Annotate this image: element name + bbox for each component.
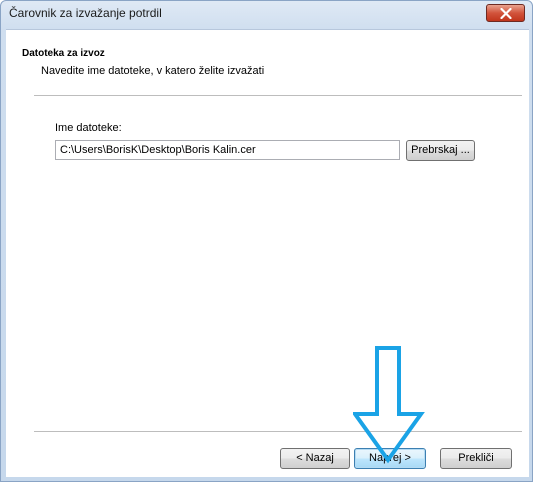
- header-divider: [34, 95, 522, 97]
- back-button[interactable]: < Nazaj: [280, 448, 350, 469]
- wizard-page: Datoteka za izvoz Navedite ime datoteke,…: [6, 29, 529, 477]
- browse-button[interactable]: Prebrskaj ...: [406, 140, 475, 161]
- filename-label: Ime datoteke:: [55, 122, 122, 134]
- window-title: Čarovnik za izvažanje potrdil: [9, 6, 162, 20]
- close-button[interactable]: [486, 4, 525, 22]
- close-x-icon: [500, 8, 512, 19]
- filename-input[interactable]: C:\Users\BorisK\Desktop\Boris Kalin.cer: [55, 140, 400, 160]
- page-description: Navedite ime datoteke, v katero želite i…: [41, 65, 265, 77]
- cancel-button[interactable]: Prekliči: [440, 448, 512, 469]
- footer-divider: [34, 431, 522, 433]
- down-arrow-annotation: [353, 346, 425, 464]
- wizard-window: Čarovnik za izvažanje potrdil Datoteka z…: [0, 0, 533, 482]
- page-title: Datoteka za izvoz: [22, 48, 105, 59]
- title-bar: Čarovnik za izvažanje potrdil: [1, 1, 532, 27]
